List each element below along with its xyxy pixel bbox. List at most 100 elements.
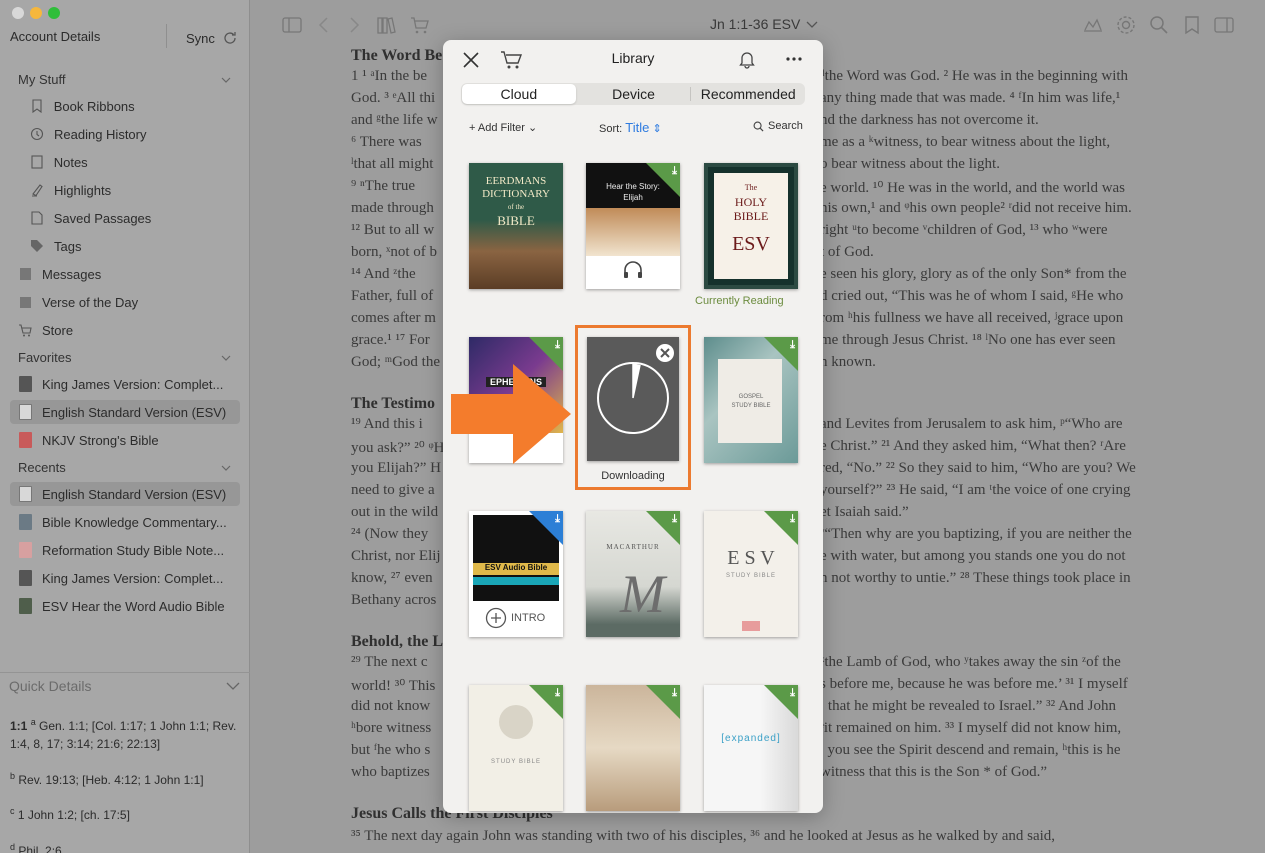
account-details-link[interactable]: Account Details (10, 29, 100, 44)
reader-line: e seen his glory, glory as of the only S… (820, 266, 1127, 282)
book-landscape-cover[interactable]: ⤓ (586, 685, 680, 811)
reader-line: me through Jesus Christ. ¹⁸ ˡNo one has … (820, 332, 1116, 348)
chevron-down-icon[interactable] (221, 353, 231, 363)
sidebar-toggle-icon[interactable] (281, 14, 303, 36)
section-heading: Behold, the L (351, 633, 444, 650)
favorite-item-kjv[interactable]: King James Version: Complet... (10, 372, 240, 396)
book-hear-the-story-elijah[interactable]: Hear the Story: Elijah ⤓ (586, 163, 680, 289)
book-downloading[interactable] (587, 337, 679, 461)
recent-item-rsb[interactable]: Reformation Study Bible Note... (10, 538, 240, 562)
recent-item-esv-audio[interactable]: ESV Hear the Word Audio Bible (10, 594, 240, 618)
book-cover-icon (18, 570, 32, 586)
cart-icon[interactable] (409, 14, 431, 36)
qd-footnote-letter: a (30, 717, 36, 727)
reading-plan-icon[interactable] (1082, 14, 1104, 36)
recent-item-kjv[interactable]: King James Version: Complet... (10, 566, 240, 590)
minimize-window-button[interactable] (30, 7, 42, 19)
reader-line: Bethany acros (351, 592, 437, 608)
sidebar-item-notes[interactable]: Notes (10, 150, 240, 174)
reader-line: ³⁵ The next day again John was standing … (351, 828, 1056, 844)
quick-detail-row[interactable]: c 1 John 1:2; [ch. 17:5] (10, 802, 242, 824)
section-recents[interactable]: Recents (18, 460, 66, 475)
sidebar-item-label: King James Version: Complet... (42, 570, 224, 586)
cart-icon (18, 323, 32, 337)
recent-item-bkc[interactable]: Bible Knowledge Commentary... (10, 510, 240, 534)
highlighter-icon (30, 183, 44, 197)
add-filter-button[interactable]: + Add Filter ⌄ (469, 121, 537, 134)
favorite-item-nkjv[interactable]: NKJV Strong's Bible (10, 428, 240, 452)
sidebar-item-label: King James Version: Complet... (42, 376, 224, 392)
sync-button[interactable]: Sync (186, 29, 239, 47)
search-icon[interactable] (1148, 14, 1170, 36)
passage-reference: Jn 1:1-36 ESV (710, 16, 801, 32)
intro-button[interactable]: INTRO (485, 607, 545, 629)
sidebar-item-label: Messages (42, 266, 102, 282)
book-title-line: STUDY BIBLE (491, 759, 541, 765)
panel-toggle-icon[interactable] (1213, 14, 1235, 36)
quick-details-header[interactable]: Quick Details (0, 672, 250, 698)
book-cover-icon (18, 514, 32, 530)
gear-icon[interactable] (1115, 14, 1137, 36)
bell-icon[interactable] (737, 49, 757, 69)
tab-cloud[interactable]: Cloud (462, 84, 576, 104)
reader-line: ⁶ There was (351, 134, 422, 150)
download-icon: ⤓ (672, 687, 677, 699)
chevron-down-icon: ⌄ (528, 122, 538, 134)
reader-line: nd the darkness has not overcome it. (820, 112, 1039, 128)
back-arrow-icon[interactable] (313, 14, 335, 36)
sidebar-item-label: English Standard Version (ESV) (42, 404, 227, 420)
book-macarthur[interactable]: MACARTHUR M ⤓ (586, 511, 680, 637)
quick-detail-row[interactable]: b Rev. 19:13; [Heb. 4:12; 1 John 1:1] (10, 767, 242, 789)
reader-line: ; that he might be revealed to Israel.” … (820, 698, 1116, 714)
cancel-download-icon[interactable] (655, 343, 675, 363)
book-holy-bible-esv[interactable]: The HOLY BIBLE ESV (704, 163, 798, 289)
quick-detail-row[interactable]: d Phil. 2:6 (10, 838, 242, 853)
reader-line: and Levites from Jerusalem to ask him, ᵖ… (820, 416, 1123, 432)
chevron-down-icon[interactable] (221, 463, 231, 473)
sidebar-item-messages[interactable]: Messages (10, 262, 240, 286)
sidebar-item-highlights[interactable]: Highlights (10, 178, 240, 202)
sidebar-item-reading-history[interactable]: Reading History (10, 122, 240, 146)
book-esv-audio-bible[interactable]: ESV Audio Bible INTRO ⤓ (469, 511, 563, 637)
book-esv-study-bible[interactable]: E S V STUDY BIBLE ⤓ (704, 511, 798, 637)
sidebar-item-store[interactable]: Store (10, 318, 240, 342)
close-window-button[interactable] (12, 7, 24, 19)
currently-reading-label: Currently Reading (695, 295, 784, 307)
chevron-down-icon[interactable] (221, 75, 231, 85)
note-icon (30, 155, 44, 169)
more-options-icon[interactable] (784, 49, 804, 69)
sidebar: Account Details Sync My Stuff Book Ribbo… (0, 0, 250, 853)
library-search-button[interactable]: Search (753, 120, 803, 132)
book-eerdmans-dictionary[interactable]: EERDMANS DICTIONARY of the BIBLE (469, 163, 563, 289)
qd-text: 1 John 1:2; [ch. 17:5] (17, 808, 130, 822)
reader-line: e world. ¹⁰ He was in the world, and the… (820, 180, 1126, 196)
forward-arrow-icon[interactable] (343, 14, 365, 36)
sidebar-item-label: NKJV Strong's Bible (42, 432, 159, 448)
sidebar-item-book-ribbons[interactable]: Book Ribbons (10, 94, 240, 118)
reader-line: n known. (820, 354, 876, 370)
download-icon: ⤓ (790, 339, 795, 351)
sidebar-item-label: Bible Knowledge Commentary... (42, 514, 227, 530)
bookmark-icon[interactable] (1181, 14, 1203, 36)
book-expanded-bible[interactable]: [expanded] ⤓ (704, 685, 798, 811)
add-filter-label: + Add Filter (469, 122, 525, 134)
library-icon[interactable] (375, 14, 397, 36)
tab-device[interactable]: Device (577, 83, 691, 105)
chevron-down-icon[interactable] (226, 679, 240, 693)
book-gospel-study-bible[interactable]: GOSPEL STUDY BIBLE ⤓ (704, 337, 798, 463)
favorite-item-esv[interactable]: English Standard Version (ESV) (10, 400, 240, 424)
section-my-stuff[interactable]: My Stuff (18, 72, 65, 87)
quick-detail-row[interactable]: 1:1 a Gen. 1:1; [Col. 1:17; 1 John 1:1; … (10, 713, 242, 753)
sidebar-item-saved-passages[interactable]: Saved Passages (10, 206, 240, 230)
tab-recommended[interactable]: Recommended (691, 83, 805, 105)
book-study-bible[interactable]: STUDY BIBLE ⤓ (469, 685, 563, 811)
recent-item-esv[interactable]: English Standard Version (ESV) (10, 482, 240, 506)
zoom-window-button[interactable] (48, 7, 60, 19)
sidebar-item-tags[interactable]: Tags (10, 234, 240, 258)
book-cover-icon (18, 376, 32, 392)
passage-reference-selector[interactable]: Jn 1:1-36 ESV (710, 16, 818, 32)
reader-line: ¹⁹ And this i (351, 416, 423, 432)
sort-control[interactable]: Sort: Title ⇕ (599, 120, 662, 135)
section-favorites[interactable]: Favorites (18, 350, 71, 365)
sidebar-item-verse-of-the-day[interactable]: Verse of the Day (10, 290, 240, 314)
